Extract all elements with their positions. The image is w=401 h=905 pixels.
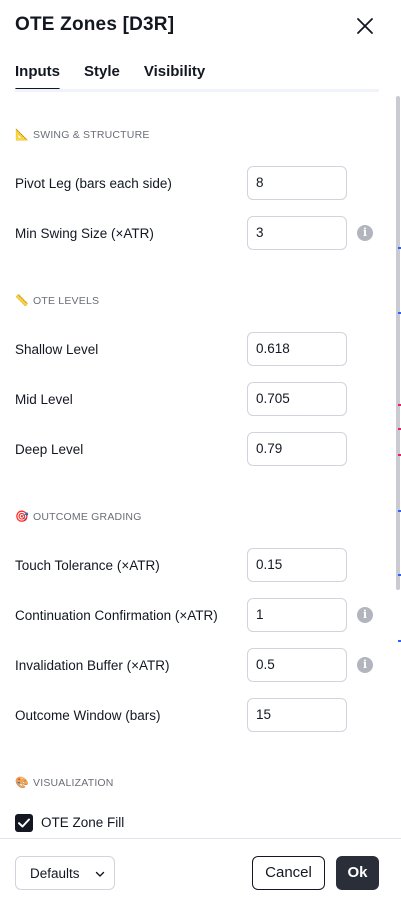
- inputs-panel: 📐 Swing & Structure Pivot Leg (bars each…: [0, 92, 395, 838]
- outcome-window-label: Outcome Window (bars): [15, 708, 161, 723]
- chevron-down-icon: [95, 871, 105, 877]
- shallow-level-label: Shallow Level: [15, 342, 99, 357]
- section-header-ote: 📏 OTE Levels: [15, 294, 100, 308]
- scrollbar-thumb[interactable]: [396, 96, 400, 590]
- section-title: Visualization: [33, 776, 114, 789]
- deep-level-input[interactable]: 0.79: [247, 432, 347, 466]
- settings-dialog: OTE Zones [D3R] Inputs Style Visibility …: [0, 0, 401, 905]
- touch-tolerance-label: Touch Tolerance (×ATR): [15, 558, 160, 573]
- section-title: Swing & Structure: [33, 128, 150, 141]
- tab-style[interactable]: Style: [84, 62, 120, 92]
- section-header-swing: 📐 Swing & Structure: [15, 128, 150, 142]
- triangle-ruler-icon: 📐: [15, 129, 29, 141]
- min-swing-input[interactable]: 3: [247, 216, 347, 250]
- zone-fill-checkbox[interactable]: [15, 814, 33, 832]
- mid-level-label: Mid Level: [15, 392, 73, 407]
- defaults-label: Defaults: [30, 865, 80, 881]
- dialog-title: OTE Zones [D3R]: [15, 14, 175, 35]
- continuation-label: Continuation Confirmation (×ATR): [15, 608, 218, 623]
- deep-level-label: Deep Level: [15, 442, 84, 457]
- pivot-leg-label: Pivot Leg (bars each side): [15, 176, 172, 191]
- tab-inputs[interactable]: Inputs: [15, 62, 60, 92]
- touch-tolerance-input[interactable]: 0.15: [247, 548, 347, 582]
- pivot-leg-input[interactable]: 8: [247, 166, 347, 200]
- checkmark-icon: [18, 818, 30, 828]
- target-icon: 🎯: [15, 511, 29, 523]
- close-button[interactable]: [352, 13, 378, 39]
- palette-icon: 🎨: [15, 777, 29, 789]
- invalidation-label: Invalidation Buffer (×ATR): [15, 658, 170, 673]
- info-icon[interactable]: i: [357, 225, 373, 241]
- section-title: Outcome Grading: [33, 510, 142, 523]
- continuation-input[interactable]: 1: [247, 598, 347, 632]
- ok-button[interactable]: Ok: [336, 856, 379, 890]
- min-swing-label: Min Swing Size (×ATR): [15, 226, 154, 241]
- shallow-level-input[interactable]: 0.618: [247, 332, 347, 366]
- info-icon[interactable]: i: [357, 607, 373, 623]
- zone-fill-label[interactable]: OTE Zone Fill: [41, 815, 124, 830]
- dialog-footer: Defaults Cancel Ok: [0, 838, 401, 905]
- close-icon: [357, 18, 373, 34]
- section-title: OTE Levels: [33, 294, 100, 307]
- info-icon[interactable]: i: [357, 657, 373, 673]
- tab-visibility[interactable]: Visibility: [144, 62, 205, 92]
- cancel-button[interactable]: Cancel: [252, 856, 325, 890]
- defaults-dropdown[interactable]: Defaults: [15, 856, 115, 890]
- outcome-window-input[interactable]: 15: [247, 698, 347, 732]
- ruler-icon: 📏: [15, 295, 29, 307]
- section-header-outcome: 🎯 Outcome Grading: [15, 510, 142, 524]
- section-header-viz: 🎨 Visualization: [15, 776, 114, 790]
- tab-bar: Inputs Style Visibility: [15, 62, 229, 92]
- mid-level-input[interactable]: 0.705: [247, 382, 347, 416]
- invalidation-input[interactable]: 0.5: [247, 648, 347, 682]
